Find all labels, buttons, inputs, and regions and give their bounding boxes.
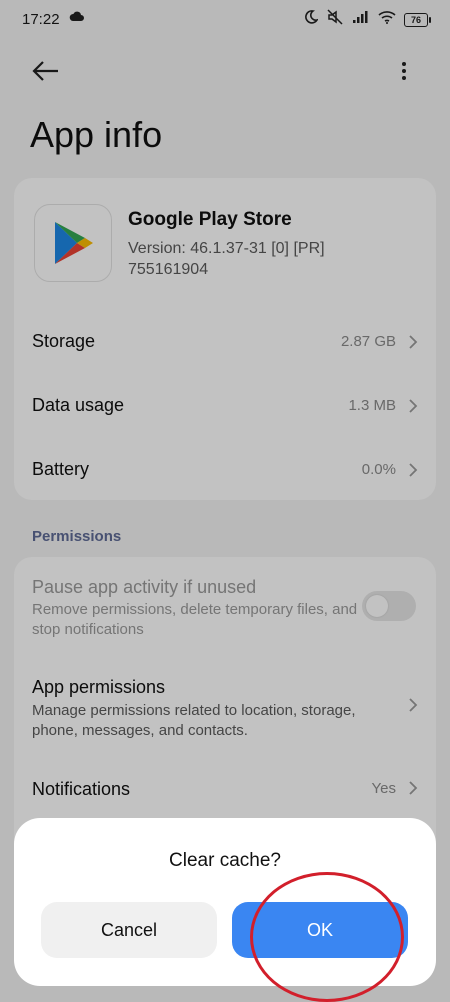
cancel-button[interactable]: Cancel	[41, 902, 217, 958]
dialog-title: Clear cache?	[169, 850, 281, 871]
annotation-circle	[250, 872, 404, 1002]
